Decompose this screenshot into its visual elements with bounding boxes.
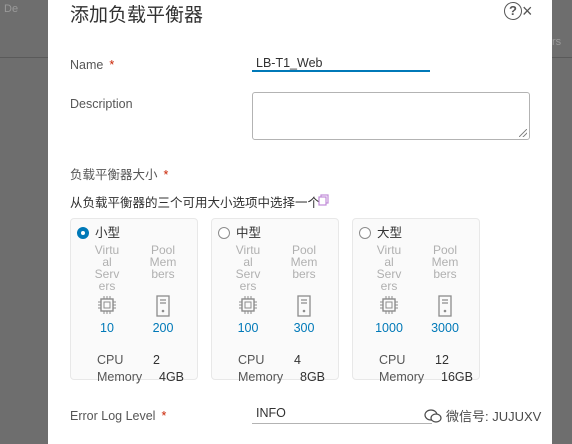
pool-members-header: Pool Mem bers: [425, 244, 465, 280]
virtual-servers-header: Virtu al Serv ers: [87, 244, 127, 292]
cpu-chip-icon: [239, 296, 257, 314]
header-line: ers: [239, 279, 257, 293]
size-label: 负载平衡器大小 *: [70, 164, 168, 183]
pool-members-value: 200: [152, 321, 174, 335]
cpu-chip-icon: [380, 296, 398, 314]
dialog-title: 添加负载平衡器: [70, 5, 204, 26]
header-line: bers: [292, 267, 316, 281]
required-marker: *: [161, 409, 167, 423]
radio-button[interactable]: [359, 227, 371, 239]
cpu-chip-icon: [98, 296, 116, 314]
background-divider: [552, 57, 572, 58]
virtual-servers-header: Virtu al Serv ers: [369, 244, 409, 292]
memory-value: 4GB: [159, 370, 185, 384]
background-text: rs: [552, 36, 562, 48]
help-icon[interactable]: ?: [504, 2, 522, 20]
memory-value: 8GB: [300, 370, 326, 384]
memory-label: Memory: [379, 370, 425, 384]
size-card-small[interactable]: 小型 Virtu al Serv ers Pool Mem bers 10 20…: [70, 218, 198, 384]
background-panel-right: rs: [552, 0, 572, 444]
resize-handle-icon[interactable]: [519, 129, 527, 137]
watermark: 微信号: JUJUXV: [424, 406, 541, 425]
cpu-value: 4: [294, 353, 301, 367]
pool-members-header: Pool Mem bers: [143, 244, 183, 280]
virtual-servers-header: Virtu al Serv ers: [228, 244, 268, 292]
size-option-medium[interactable]: 中型: [218, 222, 261, 241]
pool-members-value: 300: [293, 321, 315, 335]
header-line: bers: [433, 267, 457, 281]
memory-label: Memory: [97, 370, 143, 384]
name-input[interactable]: [252, 52, 430, 72]
description-textarea[interactable]: [252, 92, 530, 140]
pool-members-header: Pool Mem bers: [284, 244, 324, 280]
cpu-label: CPU: [97, 353, 124, 367]
size-option-large[interactable]: 大型: [359, 222, 402, 241]
pool-members-value: 3000: [431, 321, 459, 335]
server-icon: [156, 295, 170, 317]
memory-label: Memory: [238, 370, 284, 384]
required-marker: *: [109, 58, 115, 72]
virtual-servers-value: 1000: [375, 321, 403, 335]
size-card-medium[interactable]: 中型 Virtu al Serv ers Pool Mem bers 100 3…: [211, 218, 339, 384]
size-label-text: 负载平衡器大小: [70, 168, 158, 182]
background-panel-left: De: [0, 0, 48, 444]
radio-button[interactable]: [218, 227, 230, 239]
header-line: ers: [380, 279, 398, 293]
server-icon: [297, 295, 311, 317]
name-label: Name *: [70, 58, 114, 72]
background-tab: De: [4, 3, 19, 15]
add-load-balancer-dialog: 添加负载平衡器 ? × Name * Description 负载平衡器大小 * 从…: [48, 0, 552, 444]
name-label-text: Name: [70, 58, 104, 72]
size-option-small[interactable]: 小型: [77, 222, 120, 241]
radio-button[interactable]: [77, 227, 89, 239]
header-line: bers: [151, 267, 175, 281]
size-name: 小型: [95, 226, 121, 240]
virtual-servers-value: 10: [100, 321, 114, 335]
description-label: Description: [70, 97, 133, 111]
size-name: 大型: [377, 226, 403, 240]
background-divider: [0, 57, 48, 58]
cpu-value: 2: [153, 353, 160, 367]
header-line: ers: [98, 279, 116, 293]
error-log-level-label: Error Log Level *: [70, 409, 166, 423]
size-helper-text: 从负载平衡器的三个可用大小选项中选择一个: [70, 196, 321, 210]
memory-value: 16GB: [441, 370, 473, 384]
error-log-label-text: Error Log Level: [70, 409, 156, 423]
cpu-label: CPU: [238, 353, 265, 367]
error-log-level-select[interactable]: INFO: [252, 406, 432, 424]
wechat-icon: [424, 409, 442, 423]
required-marker: *: [163, 168, 169, 182]
copy-icon[interactable]: [318, 194, 329, 209]
size-name: 中型: [236, 226, 262, 240]
watermark-text: 微信号: JUJUXV: [446, 409, 542, 424]
close-icon[interactable]: ×: [522, 1, 533, 21]
cpu-label: CPU: [379, 353, 406, 367]
size-card-large[interactable]: 大型 Virtu al Serv ers Pool Mem bers 1000 …: [352, 218, 480, 384]
server-icon: [438, 295, 452, 317]
virtual-servers-value: 100: [237, 321, 259, 335]
cpu-value: 12: [435, 353, 449, 367]
